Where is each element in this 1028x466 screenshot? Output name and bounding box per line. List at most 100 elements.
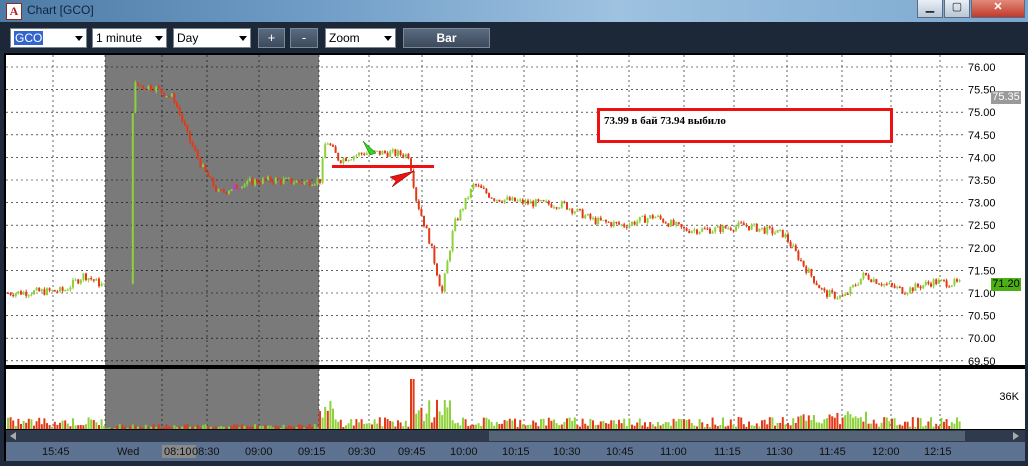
price-bar-body xyxy=(813,276,815,283)
time-tick-label: 12:15 xyxy=(924,446,952,458)
volume-bar xyxy=(298,424,301,429)
price-bar-body xyxy=(610,222,613,227)
price-bar-body xyxy=(157,86,160,89)
price-bar-body xyxy=(433,246,436,264)
interval-select[interactable]: 1 minute xyxy=(92,28,167,48)
price-bar-body xyxy=(729,228,732,231)
price-bar-body xyxy=(857,284,860,286)
price-bar-body xyxy=(644,215,646,223)
volume-bar xyxy=(685,419,688,429)
price-bar-body xyxy=(165,96,168,98)
volume-bar xyxy=(495,421,498,429)
chart-style-button[interactable]: Bar xyxy=(403,28,490,48)
price-bar-body xyxy=(25,291,28,296)
zoom-select[interactable]: Zoom xyxy=(325,28,396,48)
price-bar-body xyxy=(532,201,535,207)
volume-bar xyxy=(300,425,303,429)
volume-bar xyxy=(870,423,873,429)
volume-bar xyxy=(264,425,267,429)
volume-bar xyxy=(857,418,860,429)
minimize-button[interactable]: ▁ xyxy=(917,0,943,18)
volume-bar xyxy=(69,426,72,429)
volume-bar xyxy=(898,424,901,429)
scrollbar-thumb[interactable] xyxy=(489,431,965,441)
volume-bar xyxy=(293,427,295,429)
price-bar-body xyxy=(943,279,945,281)
volume-bar xyxy=(475,424,477,429)
close-button[interactable]: ✕ xyxy=(971,0,1025,18)
volume-bar xyxy=(753,425,756,429)
price-bar-body xyxy=(137,82,139,86)
volume-bar xyxy=(664,422,667,429)
volume-bar xyxy=(503,420,506,429)
volume-bar xyxy=(360,419,363,429)
price-bar-body xyxy=(815,282,818,286)
price-bar-body xyxy=(43,289,46,295)
zoom-out-button[interactable]: - xyxy=(290,28,318,48)
time-tick-label: 09:00 xyxy=(245,446,273,458)
volume-bar xyxy=(51,426,54,429)
volume-bar xyxy=(251,426,254,429)
volume-bar xyxy=(243,425,246,429)
price-bar-body xyxy=(638,216,641,222)
zoom-in-button[interactable]: + xyxy=(258,28,285,48)
volume-bar xyxy=(573,417,576,429)
volume-bar xyxy=(589,418,592,429)
price-bar-body xyxy=(384,151,386,153)
volume-bar xyxy=(935,423,938,429)
volume-bar xyxy=(833,417,836,429)
time-tick-label: 10:00 xyxy=(450,446,478,458)
volume-bar xyxy=(259,425,262,429)
price-bar-body xyxy=(209,177,212,179)
price-bar-body xyxy=(191,141,194,147)
price-bar-body xyxy=(316,178,319,185)
price-tick-label: 71.50 xyxy=(968,265,996,277)
price-bar-body xyxy=(350,159,353,161)
price-bar-body xyxy=(30,294,33,296)
volume-bar xyxy=(160,427,163,429)
volume-bar xyxy=(680,419,683,429)
range-select[interactable]: Day xyxy=(173,28,251,48)
volume-bar xyxy=(329,400,332,429)
price-bar-body xyxy=(524,200,527,204)
volume-bar xyxy=(878,426,880,429)
volume-bar xyxy=(449,400,451,429)
price-bar-body xyxy=(563,201,566,203)
volume-bar xyxy=(384,417,386,429)
volume-bar xyxy=(690,422,693,429)
price-bar-body xyxy=(750,224,753,230)
volume-bar xyxy=(586,425,589,429)
price-bar-body xyxy=(272,181,275,184)
volume-bar xyxy=(917,417,919,429)
volume-bar xyxy=(217,426,220,429)
volume-bar xyxy=(781,417,784,429)
volume-bar xyxy=(207,426,210,429)
volume-bar xyxy=(459,425,462,429)
volume-bar xyxy=(290,425,293,429)
price-bar-body xyxy=(742,223,745,226)
volume-bar xyxy=(124,426,126,429)
price-bar-body xyxy=(901,287,904,294)
volume-bar xyxy=(563,421,566,429)
volume-bar xyxy=(800,415,802,429)
volume-bar xyxy=(818,422,821,429)
price-bar-body xyxy=(597,217,600,225)
volume-bar xyxy=(820,423,823,429)
volume-bar xyxy=(948,425,951,429)
volume-bar xyxy=(644,422,646,429)
volume-bar xyxy=(285,427,288,429)
price-bar-body xyxy=(170,94,173,97)
volume-bar xyxy=(446,407,449,429)
volume-bar xyxy=(139,426,142,429)
price-bar-body xyxy=(48,288,51,291)
price-bar-body xyxy=(755,223,758,232)
volume-bar xyxy=(766,424,769,429)
symbol-select[interactable]: GCO xyxy=(10,28,87,48)
volume-bar xyxy=(215,426,217,429)
price-bar-body xyxy=(904,293,906,295)
volume-bar xyxy=(597,424,600,429)
maximize-button[interactable]: ▢ xyxy=(944,0,970,18)
volume-bar xyxy=(771,417,774,429)
volume-bar xyxy=(209,426,212,429)
volume-bar xyxy=(27,418,30,429)
